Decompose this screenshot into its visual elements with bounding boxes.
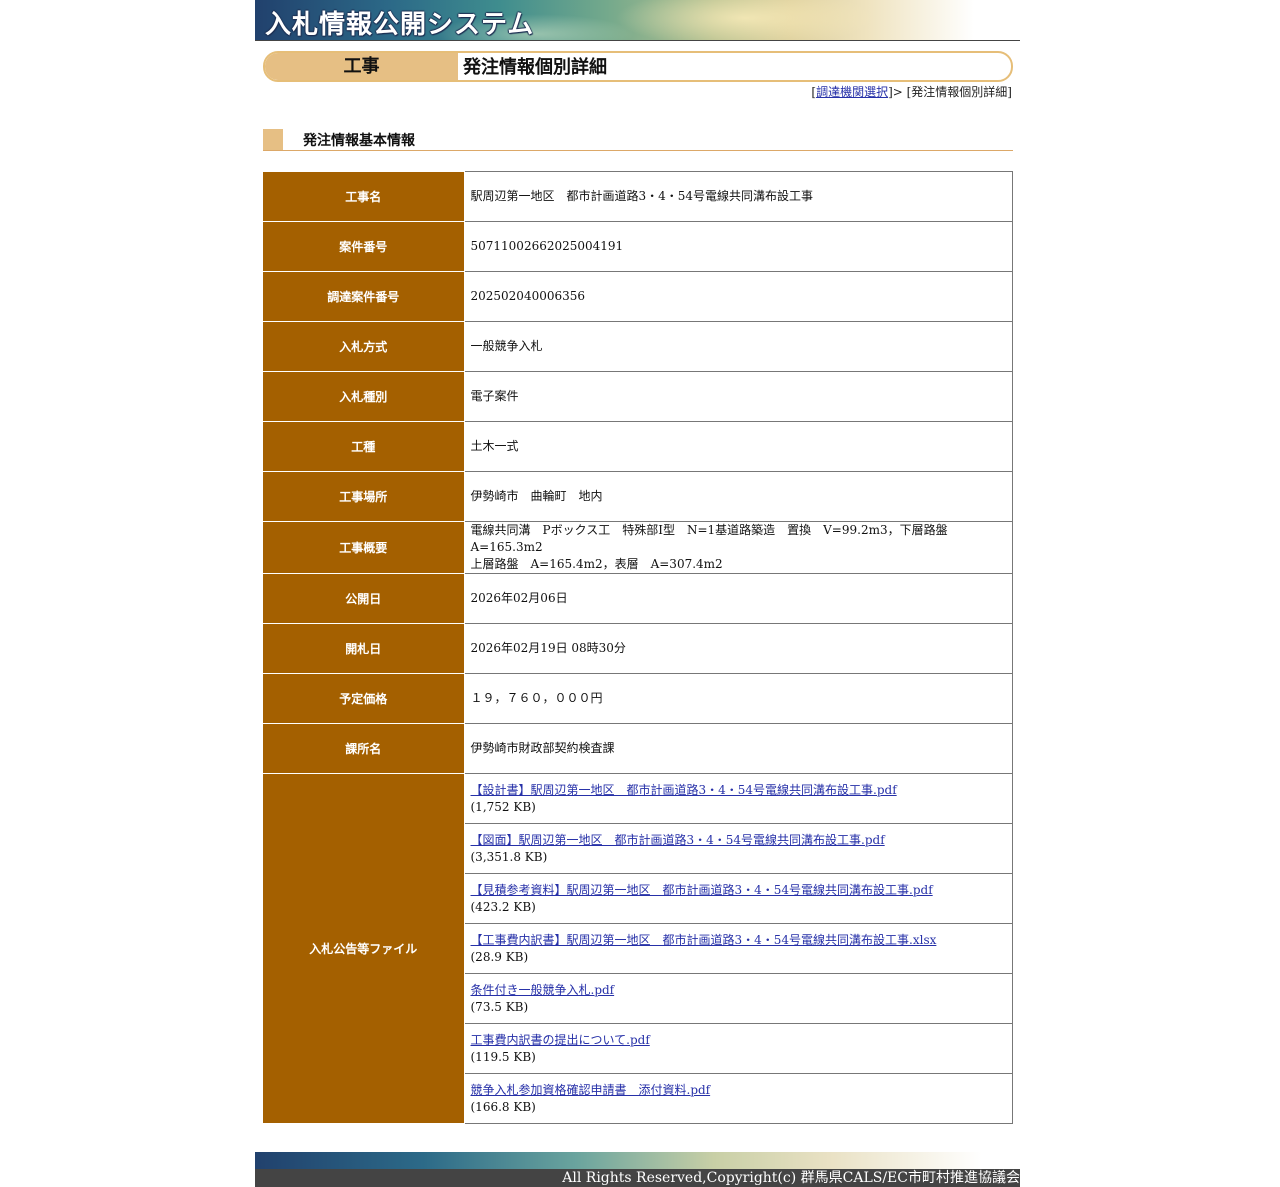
- file-item: 条件付き一般競争入札.pdf (73.5 KB): [463, 973, 1013, 1024]
- page: 入札情報公開システム 工事 発注情報個別詳細 [調達機関選択]> [発注情報個別…: [255, 0, 1020, 1187]
- page-category: 工事: [265, 53, 458, 80]
- file-item: 【設計書】駅周辺第一地区 都市計画道路3・4・54号電線共同溝布設工事.pdf …: [463, 773, 1013, 824]
- file-size: (423.2 KB): [470, 899, 536, 914]
- row-value-department: 伊勢崎市財政部契約検査課: [463, 723, 1013, 774]
- table-row: 入札種別 電子案件: [263, 371, 1013, 422]
- row-value-case-number: 50711002662025004191: [463, 221, 1013, 272]
- file-item: 【見積参考資料】駅周辺第一地区 都市計画道路3・4・54号電線共同溝布設工事.p…: [463, 873, 1013, 924]
- page-title: 発注情報個別詳細: [463, 57, 607, 78]
- row-value-construction-name: 駅周辺第一地区 都市計画道路3・4・54号電線共同溝布設工事: [463, 171, 1013, 222]
- table-row: 公開日 2026年02月06日: [263, 573, 1013, 624]
- file-link[interactable]: 【図面】駅周辺第一地区 都市計画道路3・4・54号電線共同溝布設工事.pdf: [471, 833, 885, 847]
- site-title: 入札情報公開システム: [265, 10, 535, 40]
- order-info-table: 工事名 駅周辺第一地区 都市計画道路3・4・54号電線共同溝布設工事 案件番号 …: [263, 171, 1013, 1124]
- file-item: 【図面】駅周辺第一地区 都市計画道路3・4・54号電線共同溝布設工事.pdf (…: [463, 823, 1013, 874]
- breadcrumb: [調達機関選択]> [発注情報個別詳細]: [811, 83, 1012, 100]
- row-label-files: 入札公告等ファイル: [263, 773, 465, 1124]
- row-label-opening-date: 開札日: [263, 623, 465, 674]
- row-value-location: 伊勢崎市 曲輪町 地内: [463, 471, 1013, 522]
- table-row: 予定価格 １９，７６０，０００円: [263, 673, 1013, 724]
- row-label-construction-name: 工事名: [263, 171, 465, 222]
- file-item: 工事費内訳書の提出について.pdf (119.5 KB): [463, 1023, 1013, 1074]
- row-label-overview: 工事概要: [263, 521, 465, 574]
- breadcrumb-link-agency-select[interactable]: 調達機関選択: [816, 85, 888, 99]
- section-title: 発注情報基本情報: [303, 133, 415, 149]
- row-value-work-type: 土木一式: [463, 421, 1013, 472]
- file-size: (119.5 KB): [470, 1049, 536, 1064]
- row-label-publish-date: 公開日: [263, 573, 465, 624]
- table-row: 開札日 2026年02月19日 08時30分: [263, 623, 1013, 674]
- table-row: 工事概要 電線共同溝 Pボックス工 特殊部I型 N=1基道路築造 置換 V=99…: [263, 521, 1013, 574]
- row-label-work-type: 工種: [263, 421, 465, 472]
- file-size: (28.9 KB): [470, 949, 529, 964]
- file-link[interactable]: 条件付き一般競争入札.pdf: [471, 983, 615, 997]
- row-value-bid-method: 一般競争入札: [463, 321, 1013, 372]
- file-size: (166.8 KB): [470, 1099, 536, 1114]
- footer-strip: [255, 1152, 1020, 1169]
- table-row: 入札方式 一般競争入札: [263, 321, 1013, 372]
- file-link[interactable]: 競争入札参加資格確認申請書 添付資料.pdf: [471, 1083, 711, 1097]
- file-size: (3,351.8 KB): [470, 849, 548, 864]
- file-link[interactable]: 【工事費内訳書】駅周辺第一地区 都市計画道路3・4・54号電線共同溝布設工事.x…: [471, 933, 937, 947]
- site-banner: 入札情報公開システム: [255, 0, 1020, 41]
- table-row: 案件番号 50711002662025004191: [263, 221, 1013, 272]
- copyright: All Rights Reserved,Copyright(c) 群馬県CALS…: [562, 1170, 1020, 1186]
- footer: All Rights Reserved,Copyright(c) 群馬県CALS…: [255, 1152, 1020, 1187]
- row-label-bid-type: 入札種別: [263, 371, 465, 422]
- file-item: 【工事費内訳書】駅周辺第一地区 都市計画道路3・4・54号電線共同溝布設工事.x…: [463, 923, 1013, 974]
- table-row: 入札公告等ファイル 【設計書】駅周辺第一地区 都市計画道路3・4・54号電線共同…: [263, 773, 1013, 1124]
- row-label-estimated-price: 予定価格: [263, 673, 465, 724]
- table-row: 調達案件番号 202502040006356: [263, 271, 1013, 322]
- file-link[interactable]: 【設計書】駅周辺第一地区 都市計画道路3・4・54号電線共同溝布設工事.pdf: [471, 783, 897, 797]
- row-value-opening-date: 2026年02月19日 08時30分: [463, 623, 1013, 674]
- section-header: 発注情報基本情報: [263, 129, 1013, 151]
- file-link[interactable]: 工事費内訳書の提出について.pdf: [471, 1033, 650, 1047]
- section-marker: [263, 129, 283, 150]
- table-row: 工事場所 伊勢崎市 曲輪町 地内: [263, 471, 1013, 522]
- file-item: 競争入札参加資格確認申請書 添付資料.pdf (166.8 KB): [463, 1073, 1013, 1124]
- breadcrumb-current: ]> [発注情報個別詳細]: [888, 85, 1012, 99]
- file-size: (1,752 KB): [470, 799, 536, 814]
- row-label-procurement-number: 調達案件番号: [263, 271, 465, 322]
- table-row: 工種 土木一式: [263, 421, 1013, 472]
- overview-line: 上層路盤 A=165.4m2，表層 A=307.4m2: [470, 557, 723, 571]
- row-value-publish-date: 2026年02月06日: [463, 573, 1013, 624]
- row-value-bid-type: 電子案件: [463, 371, 1013, 422]
- row-label-bid-method: 入札方式: [263, 321, 465, 372]
- file-size: (73.5 KB): [470, 999, 529, 1014]
- banner-divider: [255, 40, 1020, 41]
- row-value-estimated-price: １９，７６０，０００円: [463, 673, 1013, 724]
- row-label-case-number: 案件番号: [263, 221, 465, 272]
- file-link[interactable]: 【見積参考資料】駅周辺第一地区 都市計画道路3・4・54号電線共同溝布設工事.p…: [471, 883, 933, 897]
- banner-cloud: [615, 0, 875, 41]
- row-value-procurement-number: 202502040006356: [463, 271, 1013, 322]
- table-row: 課所名 伊勢崎市財政部契約検査課: [263, 723, 1013, 774]
- table-row: 工事名 駅周辺第一地区 都市計画道路3・4・54号電線共同溝布設工事: [263, 171, 1013, 222]
- overview-line: 電線共同溝 Pボックス工 特殊部I型 N=1基道路築造 置換 V=99.2m3，…: [470, 523, 960, 554]
- row-value-overview: 電線共同溝 Pボックス工 特殊部I型 N=1基道路築造 置換 V=99.2m3，…: [463, 521, 1013, 574]
- row-label-location: 工事場所: [263, 471, 465, 522]
- row-label-department: 課所名: [263, 723, 465, 774]
- page-heading: 工事 発注情報個別詳細: [263, 51, 1013, 82]
